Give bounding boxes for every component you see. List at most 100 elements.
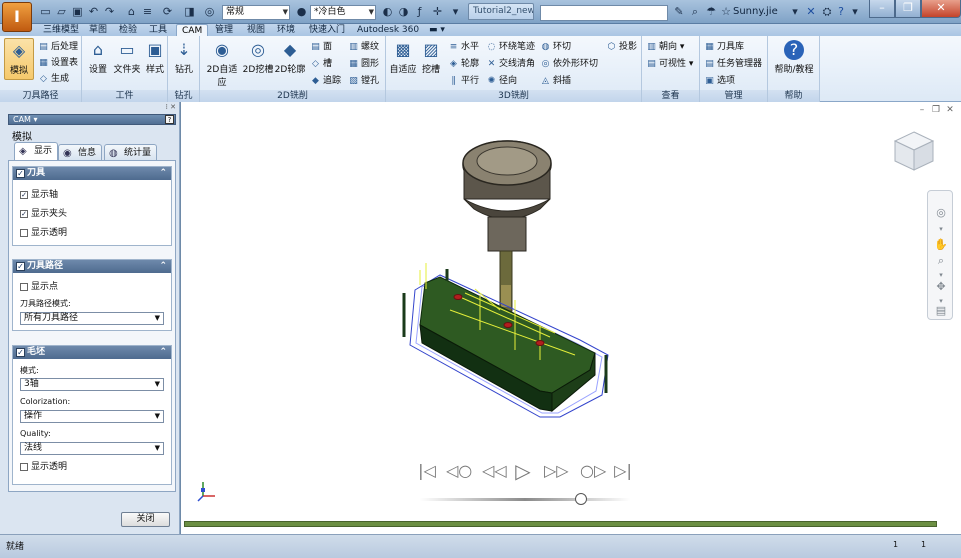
show-tool-transparent-checkbox[interactable]: 显示透明 <box>20 227 67 239</box>
section-toolpath-checkbox[interactable]: ✓ <box>16 262 25 271</box>
minimize-button[interactable]: – <box>869 0 895 18</box>
step-back-icon[interactable]: ◁◁ <box>482 460 507 482</box>
previous-operation-icon[interactable]: ◁○ <box>446 460 472 482</box>
help-question-icon[interactable]: ? <box>834 5 848 19</box>
select-icon[interactable]: ◨ <box>182 4 197 19</box>
close-button[interactable]: 关闭 <box>121 512 170 527</box>
speed-slider-thumb[interactable] <box>575 493 587 505</box>
undo-icon[interactable]: ↶ <box>86 4 101 19</box>
spiral-button[interactable]: ◍ 环切 <box>540 40 571 54</box>
orient-button[interactable]: ▥ 朝向 ▾ <box>646 40 684 54</box>
setup-button[interactable]: ⌂ 设置 <box>86 38 110 80</box>
pattern-button[interactable]: ▣ 样式 <box>144 38 166 80</box>
view-face-icon[interactable]: ▤ <box>934 304 948 318</box>
collapse-icon[interactable]: ⌃ <box>159 260 167 273</box>
quality-select[interactable]: 法线 ▼ <box>20 442 164 455</box>
slot-button[interactable]: ◇ 槽 <box>310 57 332 71</box>
panel-header[interactable]: CAM ▾? <box>8 114 176 125</box>
viewport-restore-icon[interactable]: ❐ <box>930 104 942 116</box>
qat-dropdown-icon[interactable]: ▾ <box>448 4 463 19</box>
toolpath-mode-select[interactable]: 所有刀具路径 ▼ <box>20 312 164 325</box>
2d-contour-button[interactable]: ◆ 2D轮廓 <box>274 38 306 80</box>
tab-statistics[interactable]: ◍ 统计量 <box>104 144 158 161</box>
3d-contour-button[interactable]: ◈ 轮廓 <box>448 57 479 71</box>
update-icon[interactable]: ⟳ <box>160 4 175 19</box>
simulate-button[interactable]: ◈ 模拟 <box>4 38 34 80</box>
post-process-button[interactable]: ▤ 后处理 <box>38 40 78 54</box>
collapse-icon[interactable]: ⌃ <box>159 346 167 359</box>
steering-dropdown-icon[interactable]: ▾ <box>934 222 948 236</box>
tab-sketch[interactable]: 草图 <box>84 24 112 36</box>
exchange-icon[interactable]: ✕ <box>804 5 818 19</box>
panel-help-icon[interactable]: ? <box>165 115 174 124</box>
tab-3d-model[interactable]: 三维模型 <box>38 24 84 36</box>
document-tab[interactable]: Tutorial2_new... <box>468 3 534 20</box>
favorite-icon[interactable]: ☆ <box>719 5 733 19</box>
show-points-checkbox[interactable]: 显示点 <box>20 281 58 293</box>
subscription-icon[interactable]: ☂ <box>704 5 718 19</box>
pan-icon[interactable]: ✋ <box>934 238 948 252</box>
search-input[interactable] <box>540 5 668 21</box>
pencil-button[interactable]: ◌ 环绕笔迹 <box>486 40 535 54</box>
steering-wheel-icon[interactable]: ◎ <box>934 206 948 220</box>
clear-override-icon[interactable]: ◑ <box>396 4 411 19</box>
redo-icon[interactable]: ↷ <box>102 4 117 19</box>
tab-get-started[interactable]: 快速入门 <box>304 24 350 36</box>
help-menu-icon[interactable]: ⛭ <box>820 5 834 19</box>
setup-sheet-button[interactable]: ▦ 设置表 <box>38 56 78 70</box>
material-combo[interactable]: *冷白色 ▼ <box>310 5 376 20</box>
color-icon[interactable]: ◐ <box>380 4 395 19</box>
parallel-button[interactable]: ∥ 平行 <box>448 74 479 88</box>
tools-icon[interactable]: ✎ <box>672 5 686 19</box>
ramp-button[interactable]: ◬ 斜插 <box>540 74 571 88</box>
simulation-scene[interactable] <box>380 125 640 430</box>
add-icon[interactable]: ✛ <box>430 4 445 19</box>
tool-library-button[interactable]: ▦ 刀具库 <box>704 40 744 54</box>
options-button[interactable]: ▣ 选项 <box>704 74 735 88</box>
tab-cam[interactable]: CAM <box>176 24 209 36</box>
section-tool-header[interactable]: ✓ 刀具 ⌃ <box>13 167 171 180</box>
section-stock-checkbox[interactable]: ✓ <box>16 348 25 357</box>
tab-view[interactable]: 视图 <box>242 24 270 36</box>
close-window-button[interactable]: ✕ <box>921 0 961 18</box>
new-icon[interactable]: ▭ <box>38 4 53 19</box>
visibility-button[interactable]: ▤ 可视性 ▾ <box>646 57 693 71</box>
viewport-minimize-icon[interactable]: – <box>916 104 928 116</box>
zoom-icon[interactable]: ⌕ <box>934 254 948 268</box>
restore-button[interactable]: ❐ <box>895 0 921 18</box>
viewport-close-icon[interactable]: ✕ <box>944 104 956 116</box>
show-holder-checkbox[interactable]: ✓ 显示夹头 <box>20 208 67 220</box>
morphed-spiral-button[interactable]: ◎ 依外形环切 <box>540 57 598 71</box>
stock-mode-select[interactable]: 3轴 ▼ <box>20 378 164 391</box>
skip-last-icon[interactable]: ▷| <box>612 460 634 482</box>
user-menu-icon[interactable]: ▾ <box>788 5 802 19</box>
2d-adaptive-button[interactable]: ◉ 2D自适应 <box>203 38 241 88</box>
play-icon[interactable]: ▷ <box>512 460 534 482</box>
appearance-icon[interactable]: ◎ <box>202 4 217 19</box>
function-icon[interactable]: ƒ <box>412 4 427 19</box>
collapse-icon[interactable]: ⌃ <box>159 167 167 180</box>
home-icon[interactable]: ⌂ <box>124 4 139 19</box>
panel-dock-handle[interactable]: ⁞ ✕ <box>6 103 176 111</box>
next-operation-icon[interactable]: ○▷ <box>580 460 606 482</box>
circular-button[interactable]: ▦ 圆形 <box>348 57 379 71</box>
folder-button[interactable]: ▭ 文件夹 <box>112 38 142 80</box>
style-combo[interactable]: 常规 ▼ <box>222 5 290 20</box>
show-shaft-checkbox[interactable]: ✓ 显示轴 <box>20 189 58 201</box>
generate-button[interactable]: ◇ 生成 <box>38 72 69 86</box>
user-name[interactable]: Sunny.jie <box>733 5 778 19</box>
open-icon[interactable]: ▱ <box>54 4 69 19</box>
3d-pocket-button[interactable]: ▨ 挖槽 <box>418 38 444 80</box>
help-dropdown-icon[interactable]: ▾ <box>848 5 862 19</box>
simulation-timeline[interactable] <box>184 521 937 527</box>
trace-button[interactable]: ◆ 追踪 <box>310 74 341 88</box>
search-icon[interactable]: ⌕ <box>688 5 702 19</box>
skip-first-icon[interactable]: |◁ <box>416 460 438 482</box>
section-stock-header[interactable]: ✓ 毛坯 ⌃ <box>13 346 171 359</box>
properties-icon[interactable]: ≡ <box>140 4 155 19</box>
drill-button[interactable]: ⇣ 钻孔 <box>172 38 196 80</box>
tab-info[interactable]: ◉ 信息 <box>58 144 103 161</box>
3d-adaptive-button[interactable]: ▩ 自适应 <box>388 38 418 80</box>
application-menu-button[interactable]: I <box>2 2 32 32</box>
bore-button[interactable]: ▧ 镗孔 <box>348 74 379 88</box>
